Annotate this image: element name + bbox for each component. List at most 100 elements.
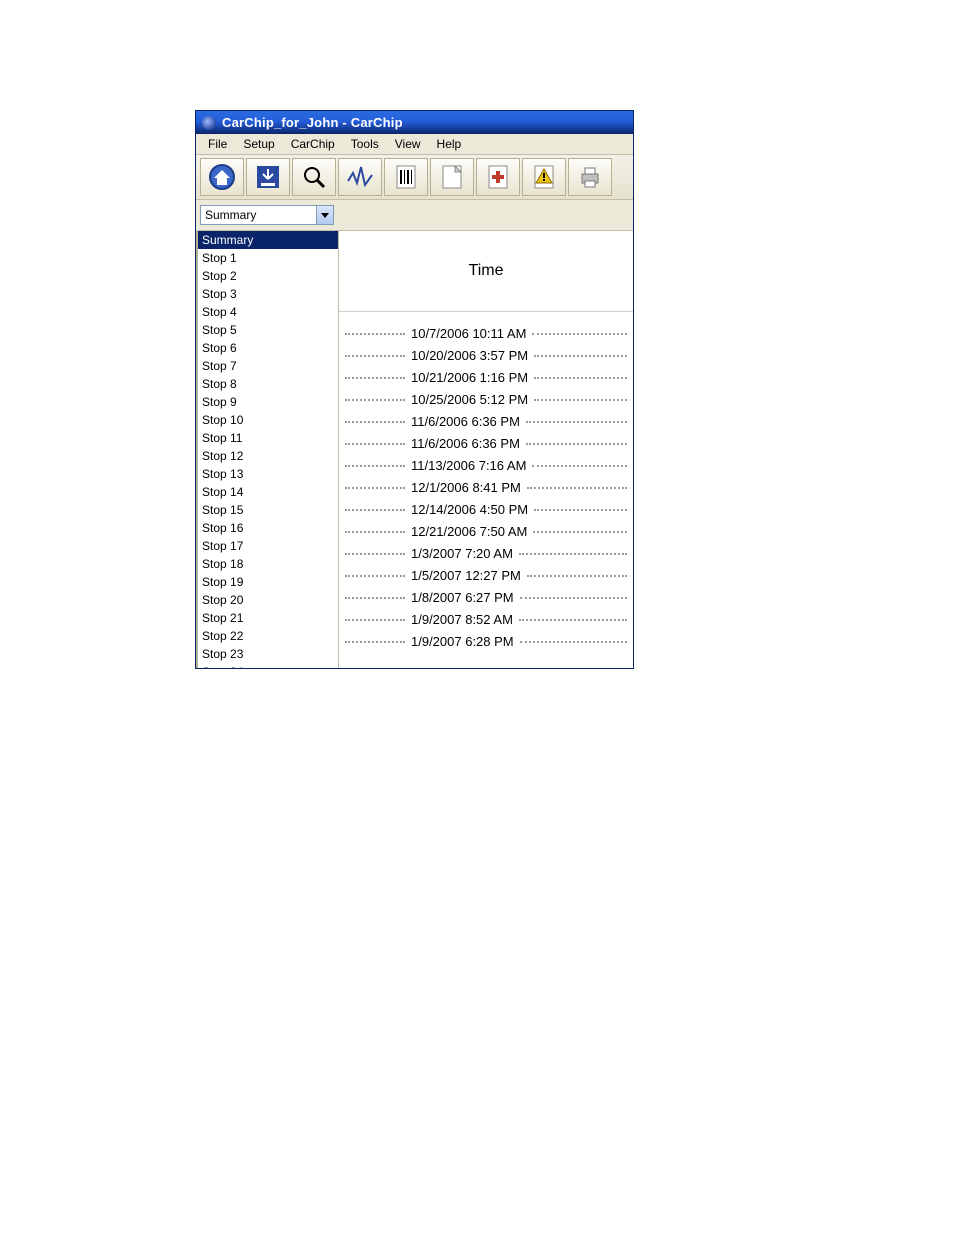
dotted-leader: [520, 635, 627, 643]
app-icon: [202, 116, 216, 130]
dotted-leader: [345, 525, 405, 533]
time-row: 10/25/2006 5:12 PM: [339, 388, 633, 410]
summary-combo[interactable]: Summary: [200, 205, 334, 225]
time-row: 10/7/2006 10:11 AM: [339, 322, 633, 344]
list-item[interactable]: Stop 21: [198, 609, 338, 627]
list-item[interactable]: Stop 4: [198, 303, 338, 321]
time-value: 12/21/2006 7:50 AM: [411, 524, 527, 539]
dotted-leader: [345, 415, 405, 423]
selector-row: Summary: [196, 200, 633, 231]
warning-doc-icon: [530, 163, 558, 191]
printer-button[interactable]: [568, 158, 612, 196]
list-item[interactable]: Stop 24: [198, 663, 338, 668]
time-row: 11/13/2006 7:16 AM: [339, 454, 633, 476]
list-item[interactable]: Stop 5: [198, 321, 338, 339]
dotted-leader: [534, 349, 627, 357]
list-item[interactable]: Stop 20: [198, 591, 338, 609]
column-header-time: Time: [339, 231, 633, 312]
dotted-leader: [519, 613, 627, 621]
time-value: 1/3/2007 7:20 AM: [411, 546, 513, 561]
menu-setup[interactable]: Setup: [235, 135, 282, 153]
window-title: CarChip_for_John - CarChip: [222, 115, 403, 130]
menu-tools[interactable]: Tools: [343, 135, 387, 153]
list-item[interactable]: Stop 12: [198, 447, 338, 465]
printer-icon: [576, 163, 604, 191]
combo-selected-text: Summary: [201, 208, 316, 222]
chevron-down-icon[interactable]: [316, 206, 333, 224]
menu-file[interactable]: File: [200, 135, 235, 153]
menu-carchip[interactable]: CarChip: [283, 135, 343, 153]
search-magnifier-button[interactable]: [292, 158, 336, 196]
dotted-leader: [345, 547, 405, 555]
time-row: 12/14/2006 4:50 PM: [339, 498, 633, 520]
dotted-leader: [534, 393, 627, 401]
dotted-leader: [345, 481, 405, 489]
time-value: 10/25/2006 5:12 PM: [411, 392, 528, 407]
time-row: 1/5/2007 12:27 PM: [339, 564, 633, 586]
dotted-leader: [345, 437, 405, 445]
list-item[interactable]: Stop 17: [198, 537, 338, 555]
list-item[interactable]: Stop 13: [198, 465, 338, 483]
activity-graph-button[interactable]: [338, 158, 382, 196]
time-row: 12/21/2006 7:50 AM: [339, 520, 633, 542]
list-item[interactable]: Stop 22: [198, 627, 338, 645]
menu-view[interactable]: View: [387, 135, 429, 153]
dotted-leader: [345, 393, 405, 401]
time-row: 10/21/2006 1:16 PM: [339, 366, 633, 388]
time-value: 11/6/2006 6:36 PM: [411, 436, 520, 451]
plus-doc-button[interactable]: [476, 158, 520, 196]
list-item[interactable]: Stop 14: [198, 483, 338, 501]
list-item[interactable]: Stop 9: [198, 393, 338, 411]
barcode-doc-icon: [392, 163, 420, 191]
list-item[interactable]: Stop 19: [198, 573, 338, 591]
dotted-leader: [345, 503, 405, 511]
download-icon: [254, 163, 282, 191]
dotted-leader: [526, 415, 627, 423]
barcode-doc-button[interactable]: [384, 158, 428, 196]
download-button[interactable]: [246, 158, 290, 196]
dotted-leader: [345, 459, 405, 467]
dotted-leader: [526, 437, 627, 445]
list-item[interactable]: Stop 1: [198, 249, 338, 267]
time-value: 11/6/2006 6:36 PM: [411, 414, 520, 429]
client-area: SummaryStop 1Stop 2Stop 3Stop 4Stop 5Sto…: [196, 231, 633, 668]
time-row: 1/9/2007 8:52 AM: [339, 608, 633, 630]
list-item[interactable]: Stop 18: [198, 555, 338, 573]
list-item[interactable]: Stop 2: [198, 267, 338, 285]
dropdown-list[interactable]: SummaryStop 1Stop 2Stop 3Stop 4Stop 5Sto…: [196, 231, 339, 668]
search-magnifier-icon: [300, 163, 328, 191]
time-value: 10/21/2006 1:16 PM: [411, 370, 528, 385]
time-list: 10/7/2006 10:11 AM 10/20/2006 3:57 PM 10/2…: [339, 312, 633, 652]
dotted-leader: [345, 327, 405, 335]
list-item[interactable]: Stop 3: [198, 285, 338, 303]
home-button[interactable]: [200, 158, 244, 196]
new-doc-button[interactable]: [430, 158, 474, 196]
dotted-leader: [534, 503, 627, 511]
home-icon: [208, 163, 236, 191]
list-item[interactable]: Stop 11: [198, 429, 338, 447]
time-value: 1/5/2007 12:27 PM: [411, 568, 521, 583]
list-item[interactable]: Summary: [198, 231, 338, 249]
dotted-leader: [527, 481, 627, 489]
dotted-leader: [532, 459, 627, 467]
plus-doc-icon: [484, 163, 512, 191]
list-item[interactable]: Stop 8: [198, 375, 338, 393]
time-row: 12/1/2006 8:41 PM: [339, 476, 633, 498]
list-item[interactable]: Stop 6: [198, 339, 338, 357]
list-item[interactable]: Stop 16: [198, 519, 338, 537]
list-item[interactable]: Stop 7: [198, 357, 338, 375]
list-item[interactable]: Stop 10: [198, 411, 338, 429]
list-item[interactable]: Stop 15: [198, 501, 338, 519]
time-row: 1/3/2007 7:20 AM: [339, 542, 633, 564]
warning-doc-button[interactable]: [522, 158, 566, 196]
dotted-leader: [345, 371, 405, 379]
time-value: 1/9/2007 6:28 PM: [411, 634, 514, 649]
titlebar: CarChip_for_John - CarChip: [196, 111, 633, 134]
menu-help[interactable]: Help: [429, 135, 470, 153]
time-value: 11/13/2006 7:16 AM: [411, 458, 526, 473]
dotted-leader: [345, 569, 405, 577]
time-value: 1/8/2007 6:27 PM: [411, 590, 514, 605]
time-value: 10/7/2006 10:11 AM: [411, 326, 526, 341]
time-value: 10/20/2006 3:57 PM: [411, 348, 528, 363]
list-item[interactable]: Stop 23: [198, 645, 338, 663]
